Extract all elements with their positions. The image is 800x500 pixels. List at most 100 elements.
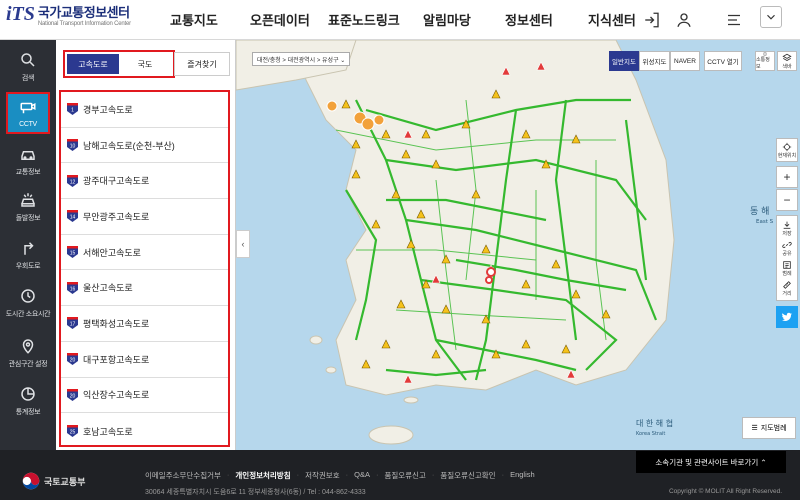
sea-label-east-en: East S bbox=[756, 219, 774, 225]
share-button[interactable]: 공유 bbox=[782, 240, 792, 257]
legend-icon bbox=[783, 260, 791, 269]
road-name: 남해고속도로(순천-부산) bbox=[83, 140, 175, 151]
road-name: 익산장수고속도로 bbox=[83, 390, 150, 401]
footer-copyright: Copyright © MOLIT All Right Reserved. bbox=[668, 488, 782, 495]
road-name: 경부고속도로 bbox=[83, 104, 133, 115]
nav-open-data[interactable]: 오픈데이터 bbox=[250, 10, 310, 29]
footer-address: 30064 세종특별자치시 도움6로 11 정부세종청사(6동) / Tel :… bbox=[145, 489, 366, 496]
svg-text:10: 10 bbox=[70, 144, 76, 150]
user-icon[interactable] bbox=[672, 8, 696, 32]
map-type-satellite[interactable]: 위성지도 bbox=[639, 51, 670, 71]
sidebar-item-travel-time[interactable]: 도시간 소요시간 bbox=[0, 280, 56, 326]
footer-link-quality-check[interactable]: 품질오류신고확인 bbox=[440, 470, 495, 481]
sidebar-item-statistics[interactable]: 통계정보 bbox=[0, 378, 56, 424]
tab-national-road[interactable]: 국도 bbox=[119, 54, 171, 74]
sidebar-item-traffic-info[interactable]: 교통정보 bbox=[0, 138, 56, 184]
svg-text:17: 17 bbox=[70, 322, 76, 328]
legend-toggle[interactable]: 범례 bbox=[782, 260, 792, 277]
list-item[interactable]: 25 호남고속도로 bbox=[61, 413, 228, 445]
nav-info-center[interactable]: 정보센터 bbox=[505, 10, 553, 29]
sidebar-item-search[interactable]: 검색 bbox=[0, 44, 56, 90]
footer-link-copyright[interactable]: 저작권보호 bbox=[305, 470, 340, 481]
save-button[interactable]: 저장 bbox=[782, 220, 792, 237]
sidebar-item-incident-info[interactable]: 돌발정보 bbox=[0, 184, 56, 230]
nav-knowledge-center[interactable]: 지식센터 bbox=[588, 10, 636, 29]
list-item[interactable]: 15 서해안고속도로 bbox=[61, 235, 228, 271]
map-breadcrumb[interactable]: 대전/충청 > 대전광역시 > 유성구 ⌄ bbox=[252, 52, 351, 66]
map-canvas[interactable]: 동 해 East S 대 한 해 협 Korea Strait bbox=[236, 40, 800, 450]
plus-icon: + bbox=[783, 170, 791, 184]
nav-notices[interactable]: 알림마당 bbox=[423, 10, 471, 29]
menu-icon[interactable] bbox=[722, 8, 746, 32]
sea-label-strait-en: Korea Strait bbox=[636, 431, 665, 437]
top-header: iTS 국가교통정보센터 National Transport Informat… bbox=[0, 0, 800, 40]
favorites-button[interactable]: 즐겨찾기 bbox=[174, 52, 230, 76]
link-icon bbox=[782, 241, 792, 248]
list-item[interactable]: 1 경부고속도로 bbox=[61, 92, 228, 128]
zoom-in-button[interactable]: + bbox=[776, 166, 798, 188]
expressway-shield-icon: 20 bbox=[67, 388, 78, 401]
search-icon bbox=[21, 53, 35, 67]
expressway-shield-icon: 20 bbox=[67, 353, 78, 366]
map-type-naver[interactable]: NAVER bbox=[670, 51, 700, 71]
footer-link-qna[interactable]: Q&A bbox=[354, 470, 370, 481]
ministry-logo[interactable]: 국토교통부 bbox=[22, 472, 85, 490]
nav-standard-node-link[interactable]: 표준노드링크 bbox=[328, 10, 400, 29]
color-bar-toggle[interactable]: 색바 bbox=[777, 51, 797, 71]
map-legend-button[interactable]: ☰ 지도범례 bbox=[742, 417, 796, 439]
list-item[interactable]: 20 대구포항고속도로 bbox=[61, 342, 228, 378]
zoom-out-button[interactable]: − bbox=[776, 189, 798, 211]
related-sites-button[interactable]: 소속기관 및 관련사이트 바로가기 ⌃ bbox=[636, 451, 786, 473]
list-item[interactable]: 14 무안광주고속도로 bbox=[61, 199, 228, 235]
current-location-button[interactable]: 현재위치 bbox=[776, 138, 798, 162]
footer-link-privacy[interactable]: 개인정보처리방침 bbox=[235, 470, 290, 481]
traffic-map[interactable]: 동 해 East S 대 한 해 협 Korea Strait bbox=[236, 40, 800, 450]
footer-link-email-policy[interactable]: 이메일주소무단수집거부 bbox=[145, 470, 221, 481]
footer-link-quality-report[interactable]: 품질오류신고 bbox=[384, 470, 425, 481]
twitter-share-button[interactable] bbox=[776, 306, 798, 328]
svg-text:25: 25 bbox=[70, 430, 76, 436]
svg-text:14: 14 bbox=[70, 215, 76, 221]
road-name: 서해안고속도로 bbox=[83, 247, 141, 258]
svg-text:12: 12 bbox=[70, 179, 76, 185]
panel-collapse-button[interactable]: ‹ bbox=[236, 230, 250, 258]
list-item[interactable]: 12 광주대구고속도로 bbox=[61, 163, 228, 200]
layers-icon bbox=[782, 53, 792, 61]
sea-label-east: 동 해 bbox=[750, 206, 769, 217]
sidebar-item-cctv[interactable]: CCTV bbox=[6, 92, 50, 134]
pin-icon bbox=[22, 339, 34, 354]
login-icon[interactable] bbox=[640, 8, 664, 32]
minus-icon: − bbox=[783, 193, 791, 207]
footer-link-english[interactable]: English bbox=[510, 470, 535, 481]
nav-traffic-map[interactable]: 교통지도 bbox=[170, 10, 218, 29]
site-logo[interactable]: iTS 국가교통정보센터 National Transport Informat… bbox=[6, 4, 131, 35]
expressway-shield-icon: 14 bbox=[67, 210, 78, 223]
page: iTS 국가교통정보센터 National Transport Informat… bbox=[0, 0, 800, 500]
road-name: 대구포항고속도로 bbox=[83, 354, 150, 365]
detour-icon bbox=[24, 242, 34, 255]
list-icon: ☰ bbox=[751, 425, 758, 432]
list-item[interactable]: 16 울산고속도로 bbox=[61, 270, 228, 307]
sidebar-item-interest-section[interactable]: 관심구간 설정 bbox=[0, 330, 56, 376]
accident-icon bbox=[21, 193, 35, 207]
list-item[interactable]: 17 평택화성고속도로 bbox=[61, 306, 228, 342]
map-type-normal[interactable]: 일반지도 bbox=[609, 51, 639, 71]
svg-text:15: 15 bbox=[70, 251, 76, 257]
expressway-shield-icon: 17 bbox=[67, 317, 78, 330]
sidebar-item-detour-road[interactable]: 우회도로 bbox=[0, 232, 56, 278]
map-type-switcher: 일반지도 위성지도 NAVER CCTV 열기 bbox=[609, 51, 742, 71]
chart-icon bbox=[21, 387, 35, 401]
taegeuk-icon bbox=[22, 472, 40, 490]
map-tools: 저장 공유 범례 거리 bbox=[776, 215, 798, 301]
chevron-down-icon[interactable] bbox=[760, 6, 782, 28]
crosshair-icon bbox=[782, 142, 792, 151]
distance-button[interactable]: 거리 bbox=[782, 280, 792, 297]
list-item[interactable]: 20 익산장수고속도로 bbox=[61, 378, 228, 414]
expressway-list: 1 경부고속도로 10 남해고속도로(순천-부산) 12 광주대구고속도로 14… bbox=[59, 90, 230, 447]
tab-expressway[interactable]: 고속도로 bbox=[67, 54, 119, 74]
logo-subtitle: National Transport Information Center bbox=[37, 21, 131, 27]
cctv-open-button[interactable]: CCTV 열기 bbox=[704, 51, 742, 71]
traffic-info-toggle[interactable]: 소통정보 bbox=[755, 51, 775, 71]
expressway-shield-icon: 12 bbox=[67, 174, 78, 187]
list-item[interactable]: 10 남해고속도로(순천-부산) bbox=[61, 128, 228, 164]
